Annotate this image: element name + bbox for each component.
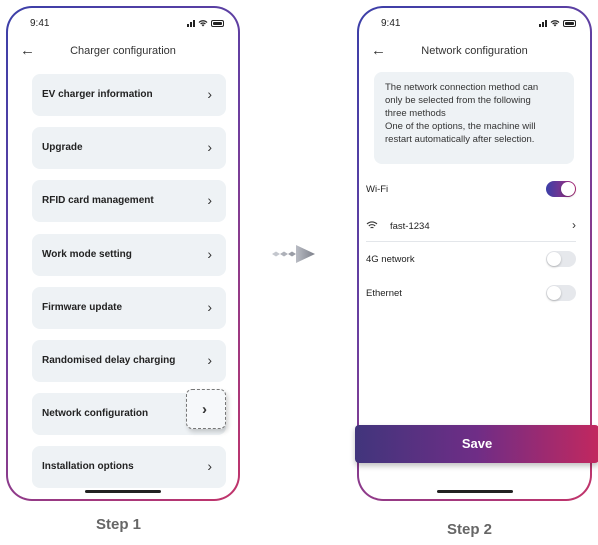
signal-icon bbox=[539, 19, 547, 27]
menu-item-label: Firmware update bbox=[42, 301, 123, 313]
toggle-knob bbox=[547, 252, 561, 266]
wifi-icon bbox=[550, 20, 560, 27]
info-line: only be selected from the following bbox=[385, 95, 531, 106]
nav-bar: ← Network configuration bbox=[359, 40, 590, 62]
chevron-right-icon: › bbox=[207, 458, 212, 475]
toggle-knob bbox=[547, 286, 561, 300]
divider bbox=[366, 241, 576, 242]
wifi-icon bbox=[366, 221, 378, 229]
4g-setting-row: 4G network bbox=[366, 246, 576, 274]
home-indicator bbox=[85, 490, 161, 493]
settings-menu: EV charger information › Upgrade › RFID … bbox=[32, 74, 226, 499]
menu-item-label: EV charger information bbox=[42, 89, 153, 100]
menu-item-rfid-card-management[interactable]: RFID card management › bbox=[32, 180, 226, 223]
wifi-network-name: fast-1234 bbox=[390, 221, 430, 232]
menu-item-label: Upgrade bbox=[42, 142, 83, 154]
status-icons bbox=[187, 19, 224, 27]
wifi-network-item[interactable]: fast-1234 › bbox=[366, 214, 576, 240]
menu-item-label: Installation options bbox=[42, 461, 134, 473]
4g-label: 4G network bbox=[366, 254, 415, 265]
info-line: restart automatically after selection. bbox=[385, 134, 535, 145]
menu-item-label: RFID card management bbox=[42, 195, 154, 207]
menu-item-installation-options[interactable]: Installation options › bbox=[32, 446, 226, 489]
status-bar: 9:41 bbox=[359, 16, 590, 32]
status-time: 9:41 bbox=[381, 18, 401, 29]
info-notice: The network connection method can only b… bbox=[374, 72, 574, 164]
4g-toggle[interactable] bbox=[546, 251, 576, 267]
menu-item-work-mode-setting[interactable]: Work mode setting › bbox=[32, 233, 226, 276]
chevron-right-icon: › bbox=[207, 298, 212, 315]
wifi-toggle[interactable] bbox=[546, 181, 576, 197]
menu-item-ev-charger-information[interactable]: EV charger information › bbox=[32, 74, 226, 116]
wifi-icon bbox=[198, 20, 208, 27]
info-line: three methods bbox=[385, 108, 446, 119]
status-time: 9:41 bbox=[30, 18, 50, 29]
menu-item-randomised-delay-charging[interactable]: Randomised delay charging › bbox=[32, 339, 226, 382]
status-icons bbox=[539, 19, 576, 27]
step2-caption: Step 2 bbox=[447, 521, 493, 538]
save-button[interactable]: Save bbox=[355, 425, 598, 463]
chevron-right-icon: › bbox=[207, 192, 212, 209]
phone-screen: 9:41 ← Charger configuration EV charger … bbox=[8, 8, 238, 499]
menu-item-firmware-update[interactable]: Firmware update › bbox=[32, 286, 226, 329]
menu-item-label: Randomised delay charging bbox=[42, 354, 176, 366]
page-title: Network configuration bbox=[421, 45, 528, 57]
highlighted-chevron-button[interactable]: › bbox=[186, 389, 226, 430]
home-indicator bbox=[436, 490, 513, 493]
step1-caption: Step 1 bbox=[96, 516, 142, 533]
signal-icon bbox=[187, 19, 195, 27]
toggle-knob bbox=[561, 182, 575, 196]
menu-item-network-configuration[interactable]: Network configuration › bbox=[32, 389, 226, 436]
arrow-right-icon bbox=[272, 245, 315, 263]
phone-step1: 9:41 ← Charger configuration EV charger … bbox=[6, 6, 240, 501]
chevron-right-icon: › bbox=[207, 245, 212, 262]
wifi-setting-row: Wi-Fi bbox=[366, 176, 576, 204]
ethernet-toggle[interactable] bbox=[546, 285, 576, 301]
chevron-right-icon: › bbox=[207, 86, 212, 102]
chevron-right-icon: › bbox=[207, 139, 212, 156]
nav-bar: ← Charger configuration bbox=[8, 40, 238, 62]
battery-icon bbox=[211, 20, 224, 27]
chevron-right-icon: › bbox=[572, 218, 576, 232]
chevron-right-icon: › bbox=[202, 401, 207, 419]
status-bar: 9:41 bbox=[8, 16, 238, 32]
battery-icon bbox=[563, 20, 576, 27]
wifi-label: Wi-Fi bbox=[366, 184, 389, 195]
page-title: Charger configuration bbox=[70, 45, 176, 57]
menu-item-label: Network configuration bbox=[42, 408, 149, 420]
info-line: One of the options, the machine will bbox=[385, 121, 536, 132]
menu-item-label: Work mode setting bbox=[42, 248, 132, 260]
ethernet-label: Ethernet bbox=[366, 288, 402, 299]
menu-item-upgrade[interactable]: Upgrade › bbox=[32, 127, 226, 170]
ethernet-setting-row: Ethernet bbox=[366, 280, 576, 308]
info-line: The network connection method can bbox=[385, 82, 539, 93]
chevron-right-icon: › bbox=[207, 351, 212, 368]
